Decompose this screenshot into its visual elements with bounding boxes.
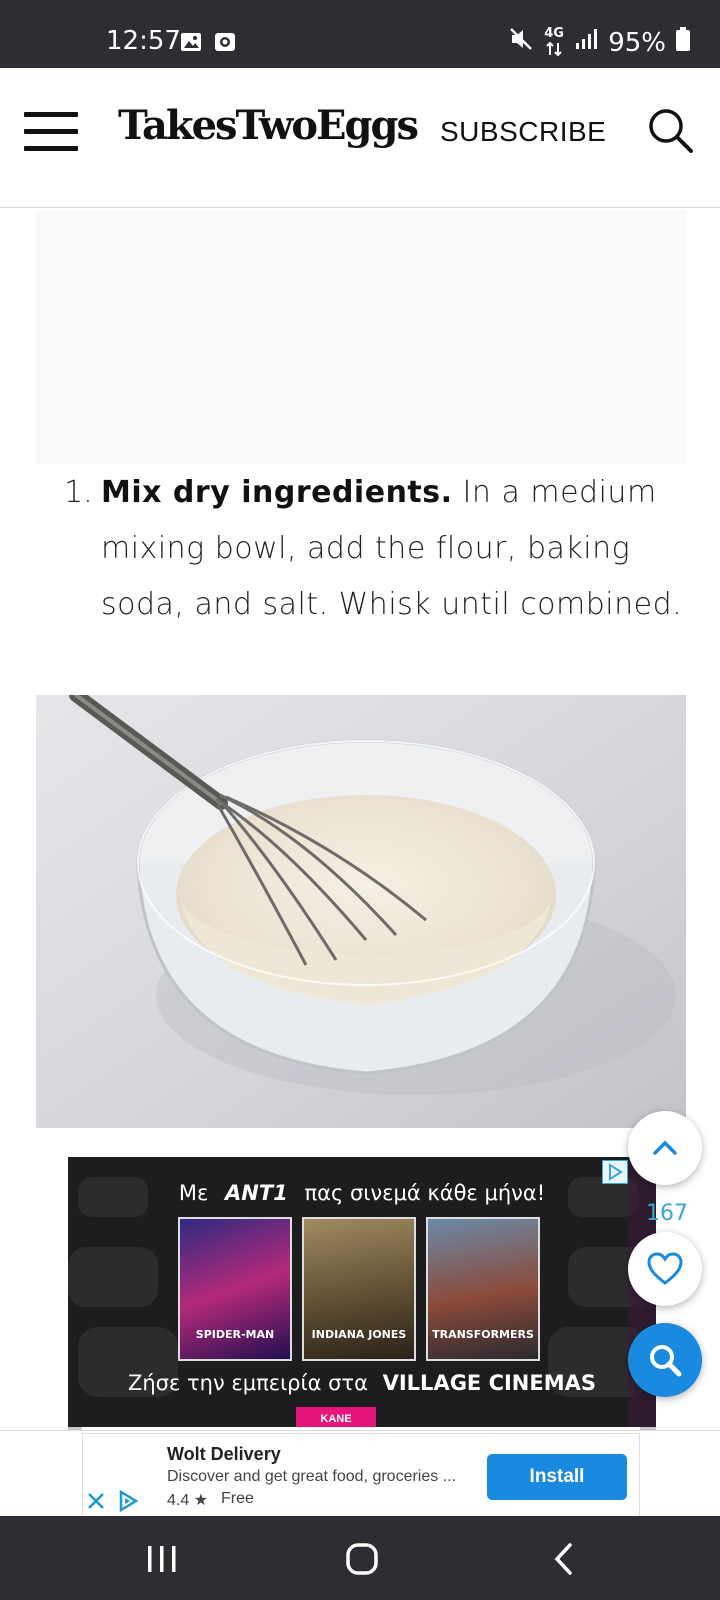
battery-percent: 95% [608, 27, 666, 58]
status-bar: 12:57 4G 95% [0, 0, 720, 68]
ad-app-description: Discover and get great food, groceries .… [167, 1468, 457, 1485]
poster-indiana-jones: INDIANA JONES [302, 1217, 416, 1361]
favorites-count: 167 [646, 1201, 688, 1226]
poster-label: TRANSFORMERS [432, 1328, 534, 1341]
scroll-top-button[interactable] [628, 1111, 702, 1185]
step-text: Mix dry ingredients. In a medium mixing … [101, 465, 694, 633]
search-fab-button[interactable] [628, 1323, 702, 1397]
network-type: 4G [544, 25, 564, 41]
install-ad-card[interactable]: Wolt Delivery Discover and get great foo… [82, 1433, 640, 1518]
ad-app-price: Free [221, 1490, 254, 1507]
cinema-brand: VILLAGE CINEMAS [382, 1371, 597, 1395]
back-icon[interactable] [552, 1542, 576, 1576]
ad-app-title: Wolt Delivery [167, 1444, 281, 1464]
hamburger-menu-icon[interactable] [24, 112, 78, 152]
step-title: Mix dry ingredients. [101, 475, 453, 510]
status-right: 4G 95% [508, 26, 690, 59]
recipe-photo [36, 695, 686, 1128]
ad-headline: Με ANT1 πας σινεμά κάθε μήνα! [68, 1181, 656, 1205]
ad-app-rating: 4.4 ★ [167, 1492, 209, 1509]
ad-headline-pre: Με [178, 1181, 209, 1205]
data-arrows-icon: 4G [544, 25, 564, 58]
poster-transformers: TRANSFORMERS [426, 1217, 540, 1361]
ad-placeholder [36, 210, 686, 464]
ad-brand-logo: ANT1 [225, 1181, 288, 1205]
status-time: 12:57 [106, 26, 181, 56]
recent-apps-icon[interactable] [146, 1544, 178, 1574]
poster-label: INDIANA JONES [311, 1328, 407, 1341]
site-header: TakesTwoEggs SUBSCRIBE [0, 68, 720, 208]
mute-icon [508, 26, 534, 59]
poster-spiderman: SPIDER-MAN [178, 1217, 292, 1361]
bottom-install-ad: Wolt Delivery Discover and get great foo… [0, 1430, 720, 1518]
signal-icon [574, 27, 598, 58]
ad-subline: Ζήσε την εμπειρία στα VILLAGE CINEMAS [68, 1371, 656, 1395]
battery-icon [676, 27, 690, 58]
step-number: 1. [64, 475, 93, 510]
subscribe-link[interactable]: SUBSCRIBE [440, 116, 606, 148]
adchoices-play-icon[interactable] [116, 1489, 140, 1513]
favorite-button[interactable] [628, 1232, 702, 1306]
image-icon [180, 32, 201, 52]
ad-subline-text: Ζήσε την εμπειρία στα [127, 1371, 368, 1395]
instruction-step: 1. Mix dry ingredients. In a medium mixi… [64, 465, 694, 633]
adchoices-icon[interactable] [602, 1160, 628, 1184]
poster-label: SPIDER-MAN [195, 1328, 275, 1341]
ad-headline-post: πας σινεμά κάθε μήνα! [304, 1181, 546, 1205]
search-icon[interactable] [646, 106, 696, 156]
home-icon[interactable] [345, 1542, 379, 1576]
close-icon[interactable] [85, 1490, 107, 1512]
ad-cta-button[interactable]: ΚΑΝΕ [296, 1407, 376, 1427]
site-logo[interactable]: TakesTwoEggs [118, 102, 419, 149]
install-button[interactable]: Install [487, 1454, 627, 1500]
screen-record-icon [214, 32, 235, 52]
system-nav-bar [0, 1516, 720, 1600]
ad-banner[interactable]: Με ANT1 πας σινεμά κάθε μήνα! SPIDER-MAN… [68, 1157, 656, 1427]
